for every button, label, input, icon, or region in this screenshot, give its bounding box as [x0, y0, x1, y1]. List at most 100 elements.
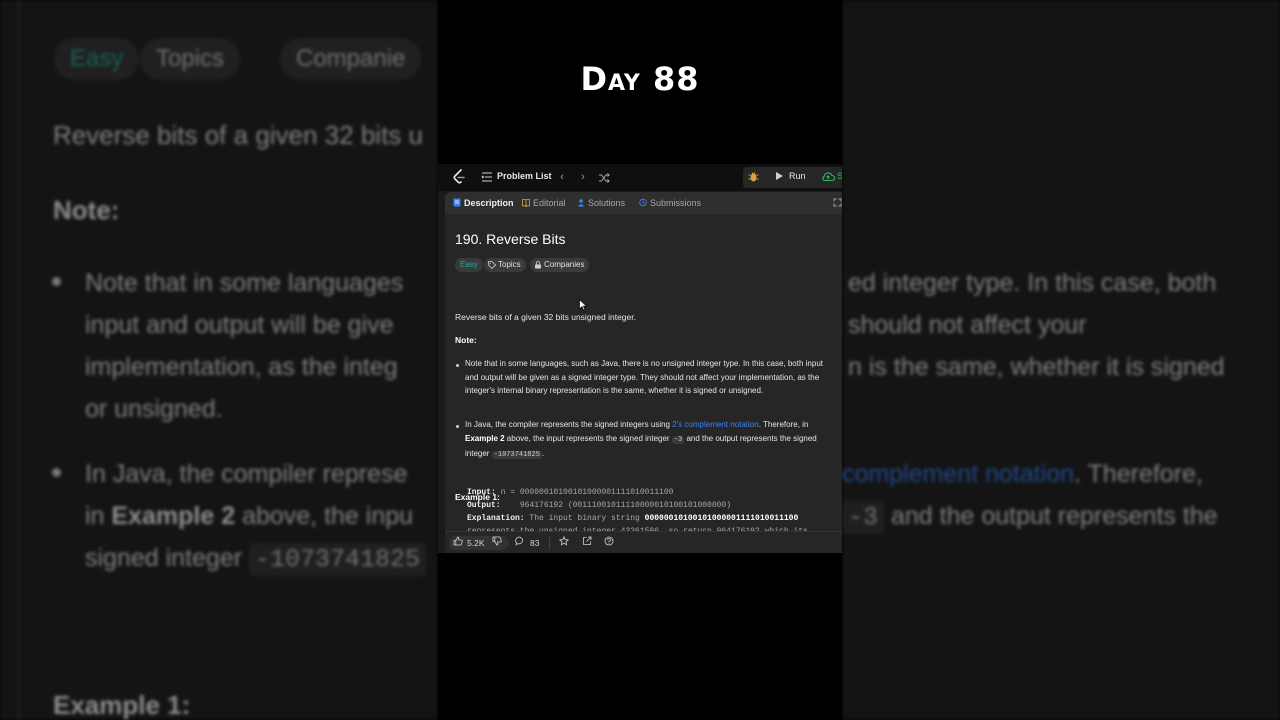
- background-right-bullet2: complement notation. Therefore, -3 and t…: [842, 453, 1262, 539]
- like-count: 5.2K: [467, 538, 485, 548]
- inline-code: -1073741825: [491, 451, 542, 459]
- shuffle-icon[interactable]: [598, 171, 610, 185]
- background-code: -1073741825: [249, 543, 427, 576]
- background-line: complement notation. Therefore,: [842, 453, 1262, 495]
- run-button[interactable]: Run: [789, 171, 806, 181]
- tab-editorial[interactable]: Editorial: [533, 198, 566, 208]
- note-bullet-1: Note that in some languages, such as Jav…: [465, 359, 823, 395]
- thumbs-down-icon[interactable]: [492, 536, 502, 546]
- editorial-icon: [522, 199, 530, 207]
- difficulty-badge[interactable]: Easy: [455, 258, 483, 272]
- comment-count: 83: [530, 538, 540, 548]
- panel-footer: 5.2K 83: [445, 531, 842, 553]
- background-line: ed integer type. In this case, both: [848, 269, 1217, 297]
- input-label: Input:: [467, 488, 496, 497]
- problem-intro: Reverse bits of a given 32 bits unsigned…: [455, 312, 636, 322]
- example-input: Input: n = 00000010100101000001111010011…: [467, 488, 673, 497]
- example-explanation: Explanation: The input binary string 000…: [467, 514, 798, 523]
- debug-icon[interactable]: [747, 170, 760, 183]
- comment-icon[interactable]: [515, 536, 525, 546]
- problem-list-link[interactable]: Problem List: [497, 171, 552, 181]
- upload-cloud-icon: [822, 172, 835, 182]
- tag-icon: [488, 261, 496, 269]
- companies-tag[interactable]: Companies: [530, 258, 590, 272]
- background-link: complement notation: [842, 460, 1075, 488]
- screen: Easy Topics Companie Reverse bits of a g…: [0, 0, 1280, 720]
- footer-divider: [549, 537, 550, 549]
- problem-title: 190. Reverse Bits: [455, 231, 566, 247]
- submissions-icon: [639, 198, 647, 207]
- background-right-zoom: ed integer type. In this case, both shou…: [842, 0, 1280, 720]
- example-output: Output: 964176192 (001110010111100000101…: [467, 501, 731, 510]
- background-line: or unsigned.: [85, 395, 223, 423]
- background-text: above, the inpu: [242, 502, 414, 530]
- background-line: Note that in some languages: [85, 269, 404, 297]
- bullet2-text: above, the input represents the signed i…: [504, 433, 672, 443]
- explanation-label: Explanation:: [467, 514, 525, 523]
- explanation-binary: 00000010100101000001111010011100: [644, 514, 799, 523]
- explanation-text: The input binary string: [529, 514, 645, 523]
- background-line: In Java, the compiler represe: [85, 460, 408, 488]
- star-icon[interactable]: [559, 536, 569, 546]
- mouse-cursor-icon: [579, 299, 587, 311]
- list-icon: [481, 172, 492, 182]
- lock-icon: [535, 261, 541, 269]
- background-line: -3 and the output represents the: [842, 495, 1262, 539]
- input-value: n = 00000010100101000001111010011100: [500, 488, 674, 497]
- background-line: input and output will be give: [85, 311, 394, 339]
- background-bullet: [52, 468, 61, 477]
- output-value: 964176192 (00111001011110000010100101000…: [519, 501, 732, 510]
- bullet-dot: [456, 364, 459, 367]
- note-bullet-2: In Java, the compiler represents the sig…: [465, 418, 835, 463]
- companies-label: Companies: [544, 260, 585, 269]
- background-note-heading: Note:: [53, 195, 120, 225]
- submit-button[interactable]: S: [837, 171, 842, 181]
- background-bold-example2: Example 2: [111, 502, 236, 530]
- top-bar: Problem List ‹ › Run S: [438, 164, 842, 191]
- background-line: should not affect your: [848, 311, 1087, 339]
- background-tag-topics: Topics: [140, 38, 241, 80]
- example2-reference: Example 2: [465, 433, 505, 443]
- play-icon: [776, 172, 783, 180]
- leetcode-window: Problem List ‹ › Run S Description Edito…: [438, 164, 842, 553]
- background-line: in Example 2 above, the inpu: [85, 495, 438, 537]
- tab-solutions[interactable]: Solutions: [588, 198, 625, 208]
- background-bullet: [52, 277, 61, 286]
- background-intro: Reverse bits of a given 32 bits u: [53, 120, 423, 150]
- background-text: signed integer: [85, 544, 243, 572]
- background-line: signed integer -1073741825: [85, 537, 438, 581]
- background-bullet1-text: Note that in some languages input and ou…: [85, 262, 438, 430]
- background-code: -3: [842, 501, 885, 534]
- help-icon[interactable]: [604, 536, 614, 546]
- tab-bar: Description Editorial Solutions Submissi…: [445, 192, 842, 214]
- note-heading: Note:: [455, 335, 477, 345]
- background-bullet2-text: In Java, the compiler represe in Example…: [85, 453, 438, 581]
- video-center-column: Day 88 Problem List ‹ › Run S Descriptio…: [438, 0, 842, 720]
- chevron-right-icon[interactable]: ›: [577, 170, 589, 184]
- description-panel: Description Editorial Solutions Submissi…: [445, 192, 842, 553]
- day-title: Day 88: [580, 60, 700, 98]
- bullet-dot: [456, 425, 459, 428]
- output-label: Output:: [467, 501, 501, 510]
- chevron-left-icon[interactable]: ‹: [556, 170, 568, 184]
- leetcode-logo-icon[interactable]: [452, 169, 466, 185]
- bullet2-text: In Java, the compiler represents the sig…: [465, 420, 673, 429]
- thumbs-up-icon[interactable]: [453, 536, 463, 546]
- background-tag-easy: Easy: [54, 38, 140, 80]
- topics-tag[interactable]: Topics: [484, 258, 526, 272]
- background-divider: [18, 0, 20, 720]
- expand-icon[interactable]: [833, 198, 842, 207]
- bullet2-text: .: [541, 449, 545, 458]
- background-line: n is the same, whether it is signed: [848, 353, 1225, 381]
- background-tag-companies: Companie: [280, 38, 422, 80]
- solutions-icon: [577, 199, 585, 207]
- bullet2-text: . Therefore, in: [758, 420, 809, 429]
- tab-submissions[interactable]: Submissions: [650, 198, 701, 208]
- tab-description[interactable]: Description: [464, 198, 514, 208]
- background-text-in: in: [85, 502, 105, 530]
- background-line: implementation, as the integ: [85, 353, 398, 381]
- complement-notation-link[interactable]: 2's complement notation: [672, 420, 758, 429]
- share-icon[interactable]: [582, 536, 592, 546]
- background-text: and the output represents the: [884, 502, 1218, 530]
- topics-label: Topics: [498, 260, 521, 269]
